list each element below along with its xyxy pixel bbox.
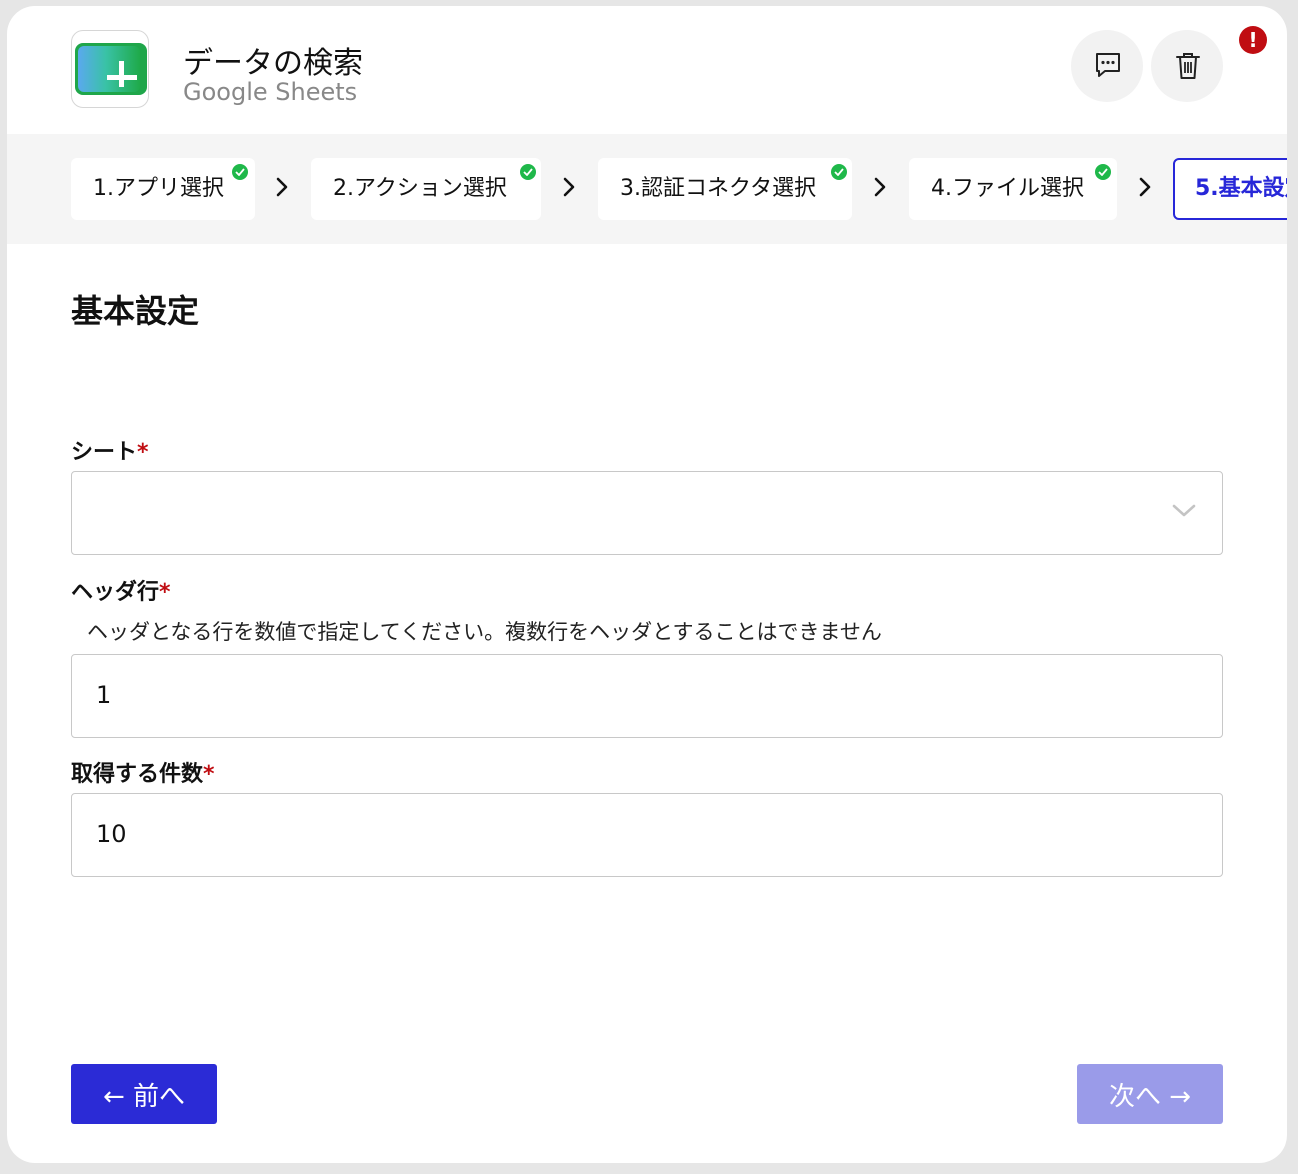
step-label: 2.アクション選択 [333, 176, 507, 201]
required-mark: * [159, 580, 171, 605]
google-sheets-icon [71, 30, 149, 108]
trash-icon [1176, 53, 1200, 79]
section-title: 基本設定 [71, 292, 200, 330]
comment-button[interactable] [1071, 30, 1143, 102]
step-connector-select[interactable]: 3.認証コネクタ選択 [598, 158, 852, 220]
step-label: 4.ファイル選択 [931, 176, 1084, 201]
dialog-card: データの検索 Google Sheets ! 1.アプリ選択 2.アクション選択… [7, 6, 1287, 1163]
required-mark: * [203, 762, 215, 787]
header-row-hint: ヘッダとなる行を数値で指定してください。複数行をヘッダとすることはできません [87, 620, 882, 644]
previous-button[interactable]: ← 前へ [71, 1064, 217, 1124]
chevron-right-icon [874, 177, 886, 197]
chat-bubble-icon [1096, 53, 1120, 77]
chevron-right-icon [1139, 177, 1151, 197]
app-subtitle: Google Sheets [183, 78, 358, 106]
step-label: 1.アプリ選択 [93, 176, 224, 201]
header-row-label: ヘッダ行* [71, 574, 171, 606]
app-title: データの検索 [183, 46, 363, 81]
error-badge: ! [1239, 26, 1267, 54]
chevron-down-icon [1172, 504, 1196, 517]
count-label-text: 取得する件数 [71, 762, 204, 787]
check-icon [1095, 164, 1111, 180]
step-navigation: 1.アプリ選択 2.アクション選択 3.認証コネクタ選択 4.ファイル選択 5.… [7, 134, 1287, 244]
sheet-label: シート* [71, 434, 149, 466]
step-label: 3.認証コネクタ選択 [620, 176, 817, 201]
sheet-label-text: シート [71, 440, 138, 465]
header-row-input[interactable]: 1 [71, 654, 1223, 738]
count-input[interactable]: 10 [71, 793, 1223, 877]
delete-button[interactable] [1151, 30, 1223, 102]
count-label: 取得する件数* [71, 756, 215, 788]
check-icon [232, 164, 248, 180]
next-button[interactable]: 次へ → [1077, 1064, 1223, 1124]
step-app-select[interactable]: 1.アプリ選択 [71, 158, 255, 220]
step-label: 5.基本設定 [1195, 176, 1287, 201]
header-row-label-text: ヘッダ行 [71, 580, 160, 605]
check-icon [831, 164, 847, 180]
step-action-select[interactable]: 2.アクション選択 [311, 158, 541, 220]
step-file-select[interactable]: 4.ファイル選択 [909, 158, 1117, 220]
step-basic-settings[interactable]: 5.基本設定 [1173, 158, 1287, 220]
chevron-right-icon [563, 177, 575, 197]
required-mark: * [137, 440, 149, 465]
check-icon [520, 164, 536, 180]
chevron-right-icon [276, 177, 288, 197]
header: データの検索 Google Sheets ! [7, 6, 1287, 134]
sheet-select[interactable] [71, 471, 1223, 555]
